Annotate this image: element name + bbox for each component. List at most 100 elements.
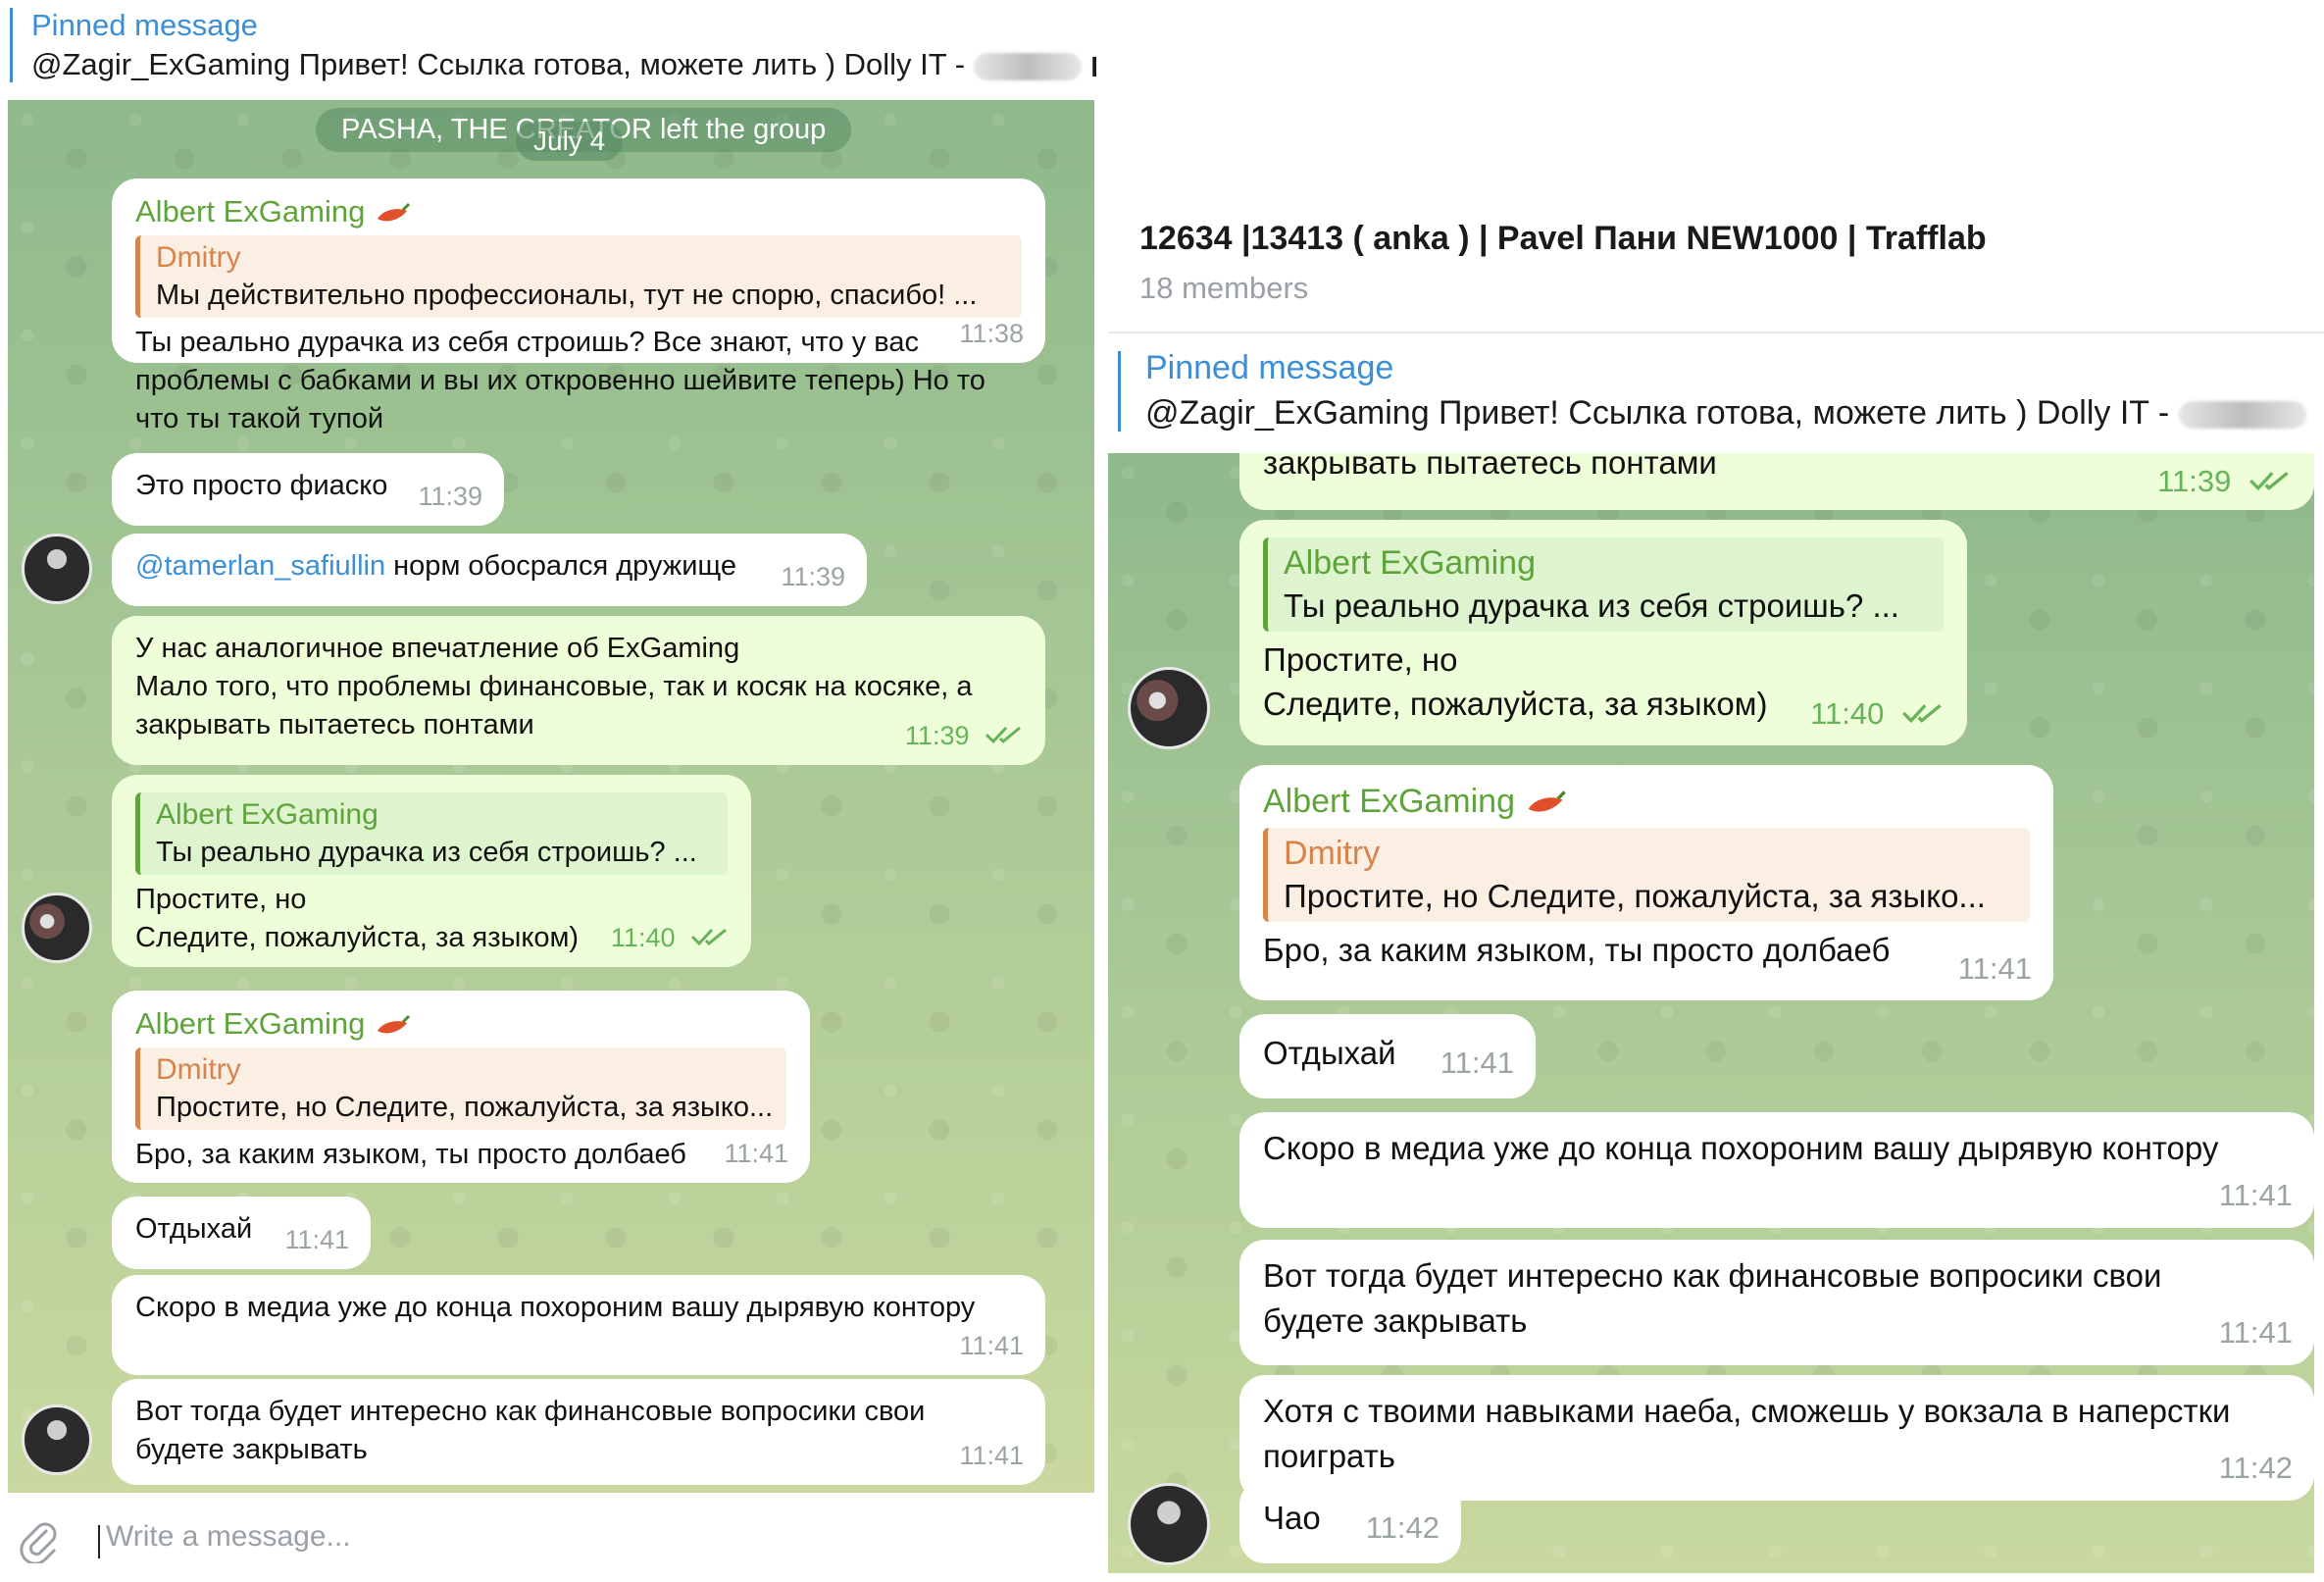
chat-area[interactable]: закрывать пытаетесь понтами 11:39 Albert… xyxy=(1108,453,2314,1573)
message-text: Отдыхай xyxy=(1263,1035,1396,1071)
message-text: Хотя с твоими навыками наеба, сможешь у … xyxy=(1263,1393,2231,1429)
chili-emoji-icon xyxy=(377,1014,411,1034)
message-time: 11:39 xyxy=(2157,462,2293,500)
double-check-icon xyxy=(690,928,727,946)
message-time: 11:39 xyxy=(418,482,482,511)
header-divider xyxy=(1108,332,2324,333)
message-text: Мало того, что проблемы финансовые, так … xyxy=(135,671,973,702)
message-text: поиграть xyxy=(1263,1438,1395,1474)
message-bubble[interactable]: Вот тогда будет интересно как финансовые… xyxy=(112,1379,1045,1485)
message-text: будете закрывать xyxy=(135,1434,368,1465)
message-text: закрывать пытаетесь понтами xyxy=(135,709,534,740)
chat-title[interactable]: 12634 |13413 ( anka ) | Pavel Пани NEW10… xyxy=(1139,220,1987,258)
quote-text: Простите, но Следите, пожалуйста, за язы… xyxy=(1284,878,1986,914)
chat-header[interactable]: 12634 |13413 ( anka ) | Pavel Пани NEW10… xyxy=(1108,196,2324,332)
message-text: Бро, за каким языком, ты просто долбаеб xyxy=(1263,932,1891,968)
mention-link[interactable]: @tamerlan_safiullin xyxy=(135,550,385,582)
message-text: Простите, но xyxy=(135,884,307,915)
message-text: Простите, но xyxy=(1263,641,1458,678)
message-text: Скоро в медиа уже до конца похороним ваш… xyxy=(1263,1130,2219,1166)
message-bubble[interactable]: Это просто фиаско 11:39 xyxy=(112,453,504,526)
pinned-indicator xyxy=(1118,351,1121,432)
message-time: 11:42 xyxy=(2218,1451,2293,1485)
message-bubble[interactable]: Albert ExGaming Ты реально дурачка из се… xyxy=(1239,520,1967,745)
message-text: проблемы с бабками и вы их откровенно ше… xyxy=(135,365,985,396)
message-time: 11:41 xyxy=(2218,1315,2293,1350)
message-input[interactable]: Write a message... xyxy=(98,1520,351,1558)
message-time: 11:39 xyxy=(905,717,1024,755)
left-chat-window: Pinned message @Zagir_ExGaming Привет! С… xyxy=(0,0,1096,1582)
quote-name: Dmitry xyxy=(1284,835,1381,872)
group-avatar[interactable] xyxy=(1128,667,1210,749)
blurred-name xyxy=(973,52,1082,80)
message-bubble[interactable]: Albert ExGaming Dmitry Простите, но След… xyxy=(112,991,810,1183)
member-count: 18 members xyxy=(1139,271,1309,305)
pinned-label: Pinned message xyxy=(31,8,258,42)
message-bubble[interactable]: @tamerlan_safiullin норм обосрался дружи… xyxy=(112,534,867,606)
message-text: что ты такой тупой xyxy=(135,403,384,434)
quote-name: Dmitry xyxy=(156,1053,241,1086)
pinned-tail: ◼ M xyxy=(1082,47,1096,81)
pinned-message-bar[interactable]: Pinned message @Zagir_ExGaming Привет! С… xyxy=(1108,335,2324,449)
message-time: 11:38 xyxy=(959,319,1024,348)
sender-name[interactable]: Albert ExGaming xyxy=(1263,779,2030,824)
right-chat-window: 12634 |13413 ( anka ) | Pavel Пани NEW10… xyxy=(1108,0,2324,1582)
sender-name[interactable]: Albert ExGaming xyxy=(135,1004,786,1044)
message-bubble[interactable]: закрывать пытаетесь понтами 11:39 xyxy=(1239,453,2314,510)
message-text: Вот тогда будет интересно как финансовые… xyxy=(1263,1257,2162,1294)
message-bubble[interactable]: Вот тогда будет интересно как финансовые… xyxy=(1239,1240,2314,1365)
chat-area[interactable]: PASHA, THE CREATOR left the group July 4… xyxy=(8,100,1094,1493)
message-time: 11:41 xyxy=(1957,951,2032,986)
message-time: 11:41 xyxy=(724,1139,788,1168)
message-bubble[interactable]: Отдыхай 11:41 xyxy=(1239,1014,1536,1098)
quote-text: Ты реально дурачка из себя строишь? ... xyxy=(1284,587,1899,624)
composer: Write a message... xyxy=(8,1495,1094,1582)
user-avatar[interactable] xyxy=(22,534,92,604)
message-text: закрывать пытаетесь понтами xyxy=(1263,453,1717,481)
message-text: Отдыхай xyxy=(135,1213,253,1245)
group-avatar[interactable] xyxy=(22,893,92,963)
paperclip-icon[interactable] xyxy=(18,1516,61,1563)
message-text: будете закрывать xyxy=(1263,1302,1528,1339)
pinned-text-body: @Zagir_ExGaming Привет! Ссылка готова, м… xyxy=(1145,394,2179,432)
pinned-message-bar[interactable]: Pinned message @Zagir_ExGaming Привет! С… xyxy=(0,0,1096,98)
message-bubble[interactable]: Чао 11:42 xyxy=(1239,1479,1461,1563)
message-bubble[interactable]: Скоро в медиа уже до конца похороним ваш… xyxy=(1239,1112,2314,1228)
reply-quote[interactable]: Albert ExGaming Ты реально дурачка из се… xyxy=(1263,537,1944,632)
message-text: Чао xyxy=(1263,1500,1321,1536)
user-avatar[interactable] xyxy=(22,1404,92,1475)
message-time: 11:39 xyxy=(781,562,845,591)
double-check-icon xyxy=(2249,472,2289,491)
quote-name: Albert ExGaming xyxy=(156,798,379,831)
message-time: 11:41 xyxy=(959,1331,1024,1360)
message-time: 11:42 xyxy=(1365,1510,1440,1545)
message-bubble[interactable]: Отдыхай 11:41 xyxy=(112,1197,371,1269)
message-time: 11:40 xyxy=(611,919,730,957)
pinned-text: @Zagir_ExGaming Привет! Ссылка готова, м… xyxy=(1145,394,2306,433)
sender-name[interactable]: Albert ExGaming xyxy=(135,192,1022,231)
reply-quote[interactable]: Dmitry Простите, но Следите, пожалуйста,… xyxy=(1263,828,2030,922)
quote-text: Ты реально дурачка из себя строишь? ... xyxy=(156,837,697,868)
pinned-indicator xyxy=(10,8,13,82)
message-bubble[interactable]: Albert ExGaming Dmitry Простите, но След… xyxy=(1239,765,2053,1000)
message-text: У нас аналогичное впечатление об ExGamin… xyxy=(135,633,740,664)
user-avatar[interactable] xyxy=(1128,1483,1210,1565)
reply-quote[interactable]: Dmitry Мы действительно профессионалы, т… xyxy=(135,235,1022,318)
message-text: Это просто фиаско xyxy=(135,470,388,501)
quote-text: Мы действительно профессионалы, тут не с… xyxy=(156,280,978,311)
reply-quote[interactable]: Albert ExGaming Ты реально дурачка из се… xyxy=(135,792,728,875)
chili-emoji-icon xyxy=(377,202,411,222)
double-check-icon xyxy=(985,726,1021,744)
blurred-name xyxy=(2178,401,2306,430)
reply-quote[interactable]: Dmitry Простите, но Следите, пожалуйста,… xyxy=(135,1047,786,1130)
message-time: 11:41 xyxy=(284,1225,349,1254)
pinned-label: Pinned message xyxy=(1145,349,1394,386)
message-bubble[interactable]: Albert ExGaming Dmitry Мы действительно … xyxy=(112,179,1045,434)
quote-text: Простите, но Следите, пожалуйста, за язы… xyxy=(156,1092,771,1123)
message-time: 11:40 xyxy=(1810,691,1945,736)
pinned-text: @Zagir_ExGaming Привет! Ссылка готова, м… xyxy=(31,47,1096,82)
message-bubble[interactable]: Albert ExGaming Ты реально дурачка из се… xyxy=(112,775,751,967)
message-bubble[interactable]: У нас аналогичное впечатление об ExGamin… xyxy=(112,616,1045,765)
pinned-text-body: @Zagir_ExGaming Привет! Ссылка готова, м… xyxy=(31,47,974,81)
message-bubble[interactable]: Скоро в медиа уже до конца похороним ваш… xyxy=(112,1275,1045,1375)
